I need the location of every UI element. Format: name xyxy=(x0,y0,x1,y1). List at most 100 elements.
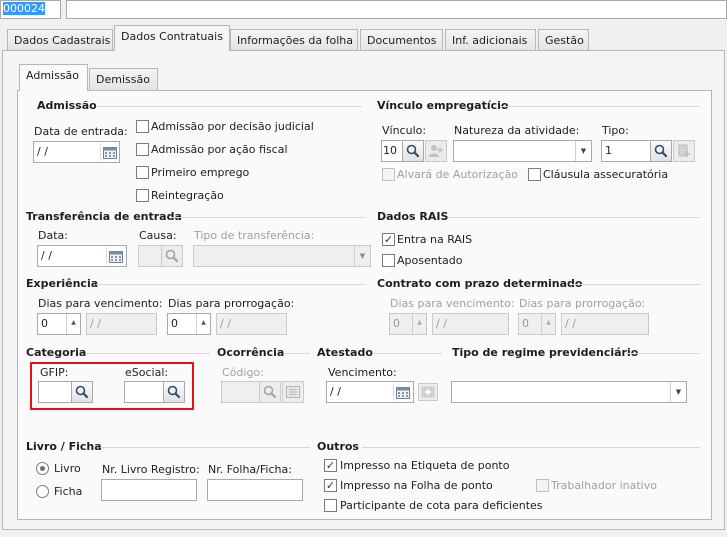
radio-livro[interactable] xyxy=(36,462,49,475)
regime-select[interactable]: ▼ xyxy=(451,381,687,403)
exp-dias-prorr-input[interactable]: 0 ▲▼ xyxy=(167,313,211,335)
vinculo-label: Vínculo: xyxy=(382,124,427,137)
vencimento-add-button[interactable] xyxy=(418,383,438,401)
nr-folha-input[interactable] xyxy=(207,479,303,501)
regime-title: Tipo de regime previdenciário xyxy=(452,346,639,359)
prazo-dias-prorr-input[interactable]: 0 ▲▼ xyxy=(518,313,556,335)
data-entrada-label: Data de entrada: xyxy=(34,125,128,138)
nr-livro-label: Nr. Livro Registro: xyxy=(102,463,200,476)
chevron-down-icon[interactable]: ▼ xyxy=(354,246,370,266)
checkbox-decisao-judicial[interactable] xyxy=(136,120,149,133)
checkbox-cota-deficientes[interactable] xyxy=(324,499,337,512)
rais-title: Dados RAIS xyxy=(377,210,449,223)
tipo-add-button[interactable] xyxy=(673,140,695,162)
natureza-select[interactable]: ▼ xyxy=(453,140,592,162)
checkbox-etiqueta-ponto[interactable]: ✓ xyxy=(324,459,337,472)
checkbox-clausula[interactable] xyxy=(528,168,541,181)
nr-folha-label: Nr. Folha/Ficha: xyxy=(208,463,292,476)
code-field[interactable]: 000024 xyxy=(0,0,61,19)
outros-divider xyxy=(362,447,700,448)
prazo-dias-venc-label: Dias para vencimento: xyxy=(390,297,515,310)
codigo-input[interactable] xyxy=(221,381,260,403)
transferencia-title: Transferência de entrada xyxy=(26,210,182,223)
stepper-icon[interactable]: ▲▼ xyxy=(412,314,426,334)
tipo-transferencia-label: Tipo de transferência: xyxy=(194,229,315,242)
stepper-icon[interactable]: ▲▼ xyxy=(66,314,80,334)
checkbox-aposentado[interactable] xyxy=(382,254,395,267)
checkbox-primeiro-emprego[interactable] xyxy=(136,166,149,179)
checkbox-entra-rais[interactable]: ✓ xyxy=(382,233,395,246)
search-icon xyxy=(75,385,89,399)
vinculo-search-button[interactable] xyxy=(402,140,424,162)
exp-dias-prorr-label: Dias para prorrogação: xyxy=(168,297,295,310)
radio-ficha[interactable] xyxy=(36,485,49,498)
checkbox-acao-fiscal[interactable] xyxy=(136,143,149,156)
name-field[interactable] xyxy=(66,0,727,19)
livro-divider xyxy=(100,447,310,448)
ocorrencia-divider xyxy=(284,353,310,354)
tab-dados-contratuais[interactable]: Dados Contratuais xyxy=(114,25,230,51)
checkbox-alvara[interactable] xyxy=(382,168,395,181)
prazo-dias-venc-input[interactable]: 0 ▲▼ xyxy=(389,313,427,335)
tab-inf-adicionais[interactable]: Inf. adicionais xyxy=(445,29,536,51)
folha-ponto-label: Impresso na Folha de ponto xyxy=(340,479,493,492)
decisao-judicial-label: Admissão por decisão judicial xyxy=(151,120,314,133)
add-user-icon xyxy=(429,145,443,157)
vinculo-input[interactable]: 10 xyxy=(381,140,403,162)
rais-divider xyxy=(448,217,700,218)
natureza-label: Natureza da atividade: xyxy=(454,124,580,137)
alvara-label: Alvará de Autorização xyxy=(397,168,518,181)
prazo-title: Contrato com prazo determinado xyxy=(377,277,583,290)
cota-deficientes-label: Participante de cota para deficientes xyxy=(340,499,543,512)
entra-rais-label: Entra na RAIS xyxy=(397,233,473,246)
calendar-icon[interactable] xyxy=(393,383,411,401)
esocial-search-button[interactable] xyxy=(163,381,185,403)
calendar-icon[interactable] xyxy=(106,247,124,265)
gfip-input[interactable] xyxy=(38,381,72,403)
checkbox-trabalhador-inativo[interactable] xyxy=(536,479,549,492)
stepper-icon[interactable]: ▲▼ xyxy=(541,314,555,334)
trabalhador-inativo-label: Trabalhador inativo xyxy=(551,479,657,492)
search-icon xyxy=(654,144,668,158)
gfip-search-button[interactable] xyxy=(71,381,93,403)
subtab-demissao[interactable]: Demissão xyxy=(89,68,158,90)
causa-input[interactable] xyxy=(138,245,162,267)
tipo-search-button[interactable] xyxy=(650,140,672,162)
codigo-list-button[interactable] xyxy=(282,381,304,403)
vinculo-add-button[interactable] xyxy=(425,140,447,162)
vinculo-divider xyxy=(500,106,700,107)
chevron-down-icon[interactable]: ▼ xyxy=(575,141,591,161)
exp-dias-venc-input[interactable]: 0 ▲▼ xyxy=(37,313,81,335)
stepper-icon[interactable]: ▲▼ xyxy=(196,314,210,334)
tab-gestao[interactable]: Gestão xyxy=(538,29,589,51)
reintegracao-label: Reintegração xyxy=(151,189,224,202)
causa-search-button[interactable] xyxy=(161,245,183,267)
subtab-admissao[interactable]: Admissão xyxy=(19,64,88,91)
categoria-title: Categoria xyxy=(26,346,87,359)
codigo-label: Código: xyxy=(222,366,264,379)
list-icon xyxy=(286,386,300,398)
admissao-title: Admissão xyxy=(37,99,97,112)
nr-livro-input[interactable] xyxy=(101,479,197,501)
tab-documentos[interactable]: Documentos xyxy=(360,29,443,51)
prazo-divider xyxy=(572,284,700,285)
clausula-label: Cláusula assecuratória xyxy=(543,168,669,181)
calendar-icon[interactable] xyxy=(100,143,118,161)
primeiro-emprego-label: Primeiro emprego xyxy=(151,166,250,179)
esocial-input[interactable] xyxy=(124,381,164,403)
search-icon xyxy=(167,385,181,399)
codigo-search-button[interactable] xyxy=(259,381,281,403)
chevron-down-icon[interactable]: ▼ xyxy=(670,382,686,402)
tab-dados-cadastrais[interactable]: Dados Cadastrais xyxy=(7,29,113,51)
livro-title: Livro / Ficha xyxy=(26,440,102,453)
tab-informacoes-folha[interactable]: Informações da folha xyxy=(230,29,358,51)
add-icon xyxy=(421,386,435,398)
experiencia-divider xyxy=(96,284,365,285)
admissao-divider xyxy=(96,106,362,107)
vencimento-label: Vencimento: xyxy=(328,366,397,379)
checkbox-folha-ponto[interactable]: ✓ xyxy=(324,479,337,492)
checkbox-reintegracao[interactable] xyxy=(136,189,149,202)
transferencia-divider xyxy=(171,217,365,218)
tipo-transferencia-select[interactable]: ▼ xyxy=(193,245,371,267)
tipo-input[interactable]: 1 xyxy=(601,140,651,162)
